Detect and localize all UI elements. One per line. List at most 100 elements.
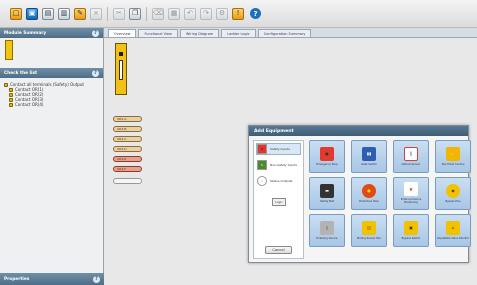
module-summary-title: Module Summary <box>4 30 47 36</box>
redo-icon[interactable]: ↷ <box>200 7 212 20</box>
logic-button[interactable]: Logic <box>272 198 286 206</box>
equipment-grid: ● Emergency Stop ▮▮ Gate Switch ‖ Optical S… <box>305 140 471 259</box>
equipment-tile[interactable]: ✋ Two Hand Control <box>435 140 471 173</box>
open-icon[interactable]: ▤ <box>42 7 54 20</box>
edm-icon: ▼ <box>404 182 418 197</box>
category-label: Safety Inputs <box>270 147 290 151</box>
copy-icon[interactable]: ❐ <box>129 7 141 20</box>
toolbar-separator <box>146 6 147 21</box>
rename-icon[interactable]: ✎ <box>74 7 86 20</box>
main-toolbar: □ ▣ ▤ ▥ ✎ × ✂ ❐ ⌫ ▦ ↶ ↷ ⚙ ! ? <box>0 0 477 28</box>
module-summary <box>0 38 103 64</box>
io-slot[interactable]: OR4-A <box>113 116 142 122</box>
tab-wiring-diagram[interactable]: Wiring Diagram <box>179 29 220 37</box>
close-icon[interactable]: × <box>90 7 102 20</box>
tile-label: Gate Switch <box>361 162 377 166</box>
device-icon <box>9 87 13 92</box>
tree-item[interactable]: Contact OR(4) <box>4 102 103 107</box>
category-safety-inputs[interactable]: ✚ Safety Inputs <box>256 143 301 155</box>
non-safety-input-icon: ✎ <box>257 160 267 170</box>
category-status-outputs[interactable]: i Status Outputs <box>257 176 300 186</box>
monitor-icon[interactable]: ! <box>232 7 244 20</box>
tile-label: Adjustable Valve Monitor <box>436 236 470 240</box>
equipment-tile[interactable]: ▯ Enabling Device <box>309 214 345 247</box>
info-icon[interactable]: ? <box>92 29 99 37</box>
module-thumbnail[interactable] <box>5 40 13 60</box>
paste-icon[interactable]: ▦ <box>168 7 180 20</box>
equipment-tile[interactable]: ‖ Optical Sensor <box>393 140 429 173</box>
save-icon[interactable]: ▣ <box>26 7 38 20</box>
tile-label: External Device Monitoring <box>400 198 422 204</box>
cut-icon[interactable]: ✂ <box>113 7 125 20</box>
bypass-switch-icon: ▣ <box>404 220 418 235</box>
tab-overview[interactable]: Overview <box>108 29 137 37</box>
safety-mat-icon: ▬ <box>320 183 334 198</box>
equipment-tile[interactable]: ● Protective Stop <box>351 177 387 210</box>
view-tabs: Overview Functional View Wiring Diagram … <box>104 28 477 38</box>
enabling-device-icon: ▯ <box>320 220 334 235</box>
equipment-tree: Contact all terminals (Safety) Output Co… <box>0 78 103 107</box>
category-label: Status Outputs <box>270 179 293 183</box>
tile-label: Muting Sensor Pair <box>356 236 382 240</box>
tile-label: Emergency Stop <box>316 162 338 166</box>
gate-switch-icon: ▮▮ <box>362 146 376 161</box>
tab-ladder-logic[interactable]: Ladder Logic <box>221 29 256 37</box>
io-slot[interactable]: OR4-D <box>113 146 142 152</box>
settings-icon[interactable]: ⚙ <box>216 7 228 20</box>
tile-label: Safety Mat <box>320 199 334 203</box>
cancel-button[interactable]: Cancel <box>265 246 292 254</box>
module-led <box>119 52 123 56</box>
equipment-tile[interactable]: ▣ Bypass Switch <box>393 214 429 247</box>
tile-label: Bypass Pins <box>445 199 461 203</box>
properties-header: Properties ? <box>0 273 104 285</box>
toolbar-separator <box>107 6 108 21</box>
equipment-tile[interactable]: ▼ External Device Monitoring <box>393 177 429 210</box>
tile-label: Two Hand Control <box>441 162 465 166</box>
io-slot[interactable]: OR4-B <box>113 126 142 132</box>
equipment-tile[interactable]: ▬ Safety Mat <box>309 177 345 210</box>
info-icon[interactable]: ? <box>93 275 100 283</box>
print-icon[interactable]: ▥ <box>58 7 70 20</box>
info-icon[interactable]: ? <box>92 69 99 77</box>
equipment-tile[interactable]: ◉ Bypass Pins <box>435 177 471 210</box>
dialog-title: Add Equipment <box>249 126 468 136</box>
io-slot[interactable]: OR4-C <box>113 136 142 142</box>
equipment-tile[interactable]: ● Emergency Stop <box>309 140 345 173</box>
protective-stop-icon: ● <box>362 183 376 198</box>
muting-sensor-icon: ▯▯ <box>362 220 376 235</box>
left-panel: Module Summary ? Check the list ? Contac… <box>0 28 104 285</box>
module-summary-header: Module Summary ? <box>0 28 103 38</box>
tree-item-label: Contact OR(4) <box>15 102 44 107</box>
valve-monitor-icon: ⌂ <box>446 220 460 235</box>
category-non-safety-inputs[interactable]: ✎ Non-Safety Inputs <box>257 160 300 170</box>
io-slot[interactable]: OR4-E <box>113 156 142 162</box>
tile-label: Bypass Switch <box>401 236 421 240</box>
add-slot[interactable] <box>113 178 142 184</box>
category-list: ✚ Safety Inputs ✎ Non-Safety Inputs i St… <box>253 140 304 259</box>
tab-configuration-summary[interactable]: Configuration Summary <box>257 29 312 37</box>
two-hand-control-icon: ✋ <box>446 146 460 161</box>
bypass-pins-icon: ◉ <box>446 183 460 198</box>
equipment-tile[interactable]: ▮▮ Gate Switch <box>351 140 387 173</box>
tab-functional-view[interactable]: Functional View <box>138 29 178 37</box>
device-icon <box>9 97 13 102</box>
safety-controller-module[interactable] <box>115 43 127 95</box>
optical-sensor-icon: ‖ <box>404 146 418 161</box>
device-icon <box>4 82 8 87</box>
status-output-icon: i <box>257 176 267 186</box>
tile-label: Protective Stop <box>359 199 379 203</box>
module-terminal-strip <box>119 60 123 80</box>
equipment-tile[interactable]: ⌂ Adjustable Valve Monitor <box>435 214 471 247</box>
delete-icon[interactable]: ⌫ <box>152 7 164 20</box>
new-project-icon[interactable]: □ <box>10 7 22 20</box>
io-slot[interactable]: OR4-F <box>113 166 142 172</box>
equipment-tile[interactable]: ▯▯ Muting Sensor Pair <box>351 214 387 247</box>
device-icon <box>9 102 13 107</box>
check-list-title: Check the list <box>4 70 38 76</box>
device-icon <box>9 92 13 97</box>
emergency-stop-icon: ● <box>320 146 334 161</box>
add-equipment-dialog: Add Equipment ✚ Safety Inputs ✎ Non-Safe… <box>248 125 471 263</box>
properties-title: Properties <box>4 276 30 282</box>
help-icon[interactable]: ? <box>250 8 261 19</box>
undo-icon[interactable]: ↶ <box>184 7 196 20</box>
